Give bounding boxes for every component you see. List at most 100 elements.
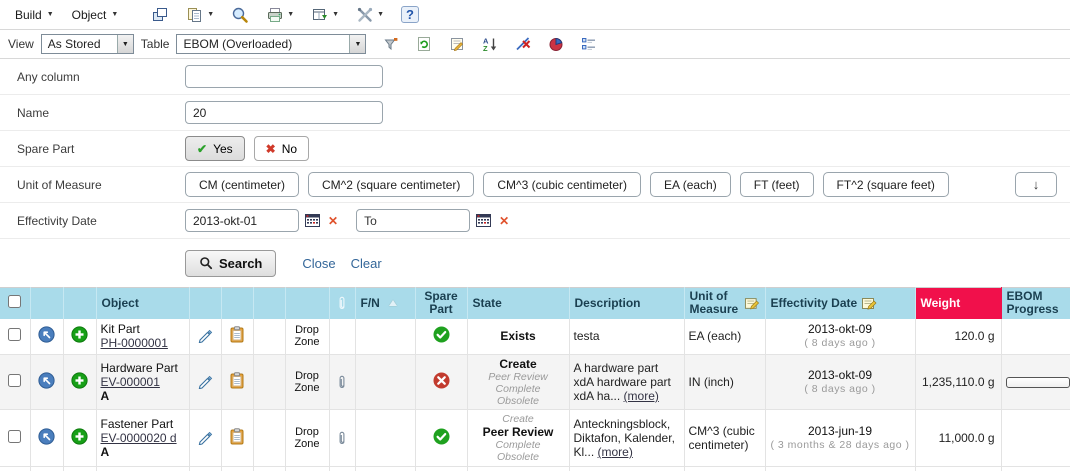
structure-list-icon[interactable] — [577, 34, 601, 54]
chevron-down-icon[interactable]: ▼ — [349, 35, 365, 53]
drop-zone[interactable]: Drop Zone — [290, 370, 325, 394]
spare-part-no-icon — [433, 372, 450, 389]
calendar-icon[interactable] — [305, 214, 320, 227]
edit-icon[interactable] — [197, 429, 213, 445]
copy-icon[interactable]: ▼ — [182, 4, 218, 26]
column-header-fn[interactable]: F/N — [355, 288, 415, 319]
edit-column-icon[interactable] — [744, 295, 760, 311]
add-icon[interactable] — [71, 372, 88, 389]
add-icon[interactable] — [71, 428, 88, 445]
description-cell: A hardware part xdA hardware part xdA ha… — [569, 355, 684, 410]
add-icon[interactable] — [71, 326, 88, 343]
column-header-ebom-progress[interactable]: EBOM Progress — [1001, 288, 1070, 319]
spare-part-yes-label: Yes — [213, 142, 233, 156]
filter-row-name: Name — [0, 95, 1070, 131]
chevron-down-icon: ▼ — [332, 11, 339, 18]
any-column-input[interactable] — [185, 65, 383, 88]
select-all-checkbox[interactable] — [8, 295, 21, 308]
column-header-effectivity-date[interactable]: Effectivity Date — [765, 288, 915, 319]
effectivity-to-group: ✕ — [356, 209, 511, 232]
tools-icon[interactable]: ▼ — [352, 4, 388, 26]
spare-part-no-button[interactable]: ✖ No — [254, 136, 309, 161]
clipboard-icon[interactable] — [230, 326, 244, 343]
close-link[interactable]: Close — [302, 256, 335, 271]
clear-link[interactable]: Clear — [351, 256, 382, 271]
table-row: Kit Part PH-0000001 Drop Zone Exists tes… — [0, 319, 1070, 355]
effectivity-cell: 2013-okt-09 ( 8 days ago ) — [765, 355, 915, 410]
sort-az-icon[interactable] — [478, 34, 502, 54]
clear-date-icon[interactable]: ✕ — [497, 214, 511, 228]
object-link[interactable]: PH-0000001 — [101, 336, 168, 350]
uom-option-ea[interactable]: EA (each) — [650, 172, 731, 197]
column-header-unit-of-measure[interactable]: Unit of Measure — [684, 288, 765, 319]
uom-option-ft2[interactable]: FT^2 (square feet) — [823, 172, 949, 197]
object-cell: Kit Part PH-0000001 — [96, 319, 189, 355]
navigate-icon[interactable] — [38, 372, 55, 389]
more-link[interactable]: (more) — [624, 389, 659, 403]
menu-build[interactable]: Build ▼ — [8, 5, 61, 25]
name-input[interactable] — [185, 101, 383, 124]
uom-more-options-button[interactable]: ↓ — [1015, 172, 1057, 197]
attachment-cell — [329, 319, 355, 355]
effectivity-to-input[interactable] — [356, 209, 470, 232]
controlbar-icons — [379, 34, 601, 54]
drop-zone[interactable]: Drop Zone — [290, 426, 325, 450]
column-header-object[interactable]: Object — [96, 288, 189, 319]
help-icon[interactable]: ? — [397, 4, 423, 25]
effectivity-from-input[interactable] — [185, 209, 299, 232]
table-select[interactable]: EBOM (Overloaded) ▼ — [176, 34, 366, 54]
search-icon — [199, 256, 213, 270]
more-link[interactable]: (more) — [598, 445, 633, 459]
arrow-down-icon: ↓ — [1033, 177, 1040, 192]
chevron-down-icon: ▼ — [377, 11, 384, 18]
chevron-down-icon[interactable]: ▼ — [117, 35, 133, 53]
uom-option-cm3[interactable]: CM^3 (cubic centimeter) — [483, 172, 641, 197]
column-header-description[interactable]: Description — [569, 288, 684, 319]
row-checkbox[interactable] — [8, 430, 21, 443]
view-select[interactable]: As Stored ▼ — [41, 34, 134, 54]
edit-table-icon[interactable] — [445, 34, 469, 54]
column-header-spare-part[interactable]: Spare Part — [415, 288, 467, 319]
spare-part-yes-icon — [433, 326, 450, 343]
uom-option-ft[interactable]: FT (feet) — [740, 172, 814, 197]
edit-icon[interactable] — [197, 373, 213, 389]
edit-icon[interactable] — [197, 327, 213, 343]
navigate-icon[interactable] — [38, 326, 55, 343]
export-icon[interactable]: ▼ — [307, 4, 343, 26]
paperclip-icon — [335, 295, 350, 311]
object-link[interactable]: EV-000001 — [101, 375, 160, 389]
print-icon[interactable]: ▼ — [262, 4, 298, 26]
search-icon[interactable] — [227, 4, 253, 26]
clear-sort-icon[interactable] — [511, 34, 535, 54]
cascade-windows-icon[interactable] — [147, 4, 173, 26]
clipboard-icon[interactable] — [230, 372, 244, 389]
column-header-state[interactable]: State — [467, 288, 569, 319]
filter-icon[interactable] — [379, 34, 403, 54]
refresh-icon[interactable] — [412, 34, 436, 54]
uom-option-cm2[interactable]: CM^2 (square centimeter) — [308, 172, 474, 197]
menu-object[interactable]: Object ▼ — [65, 5, 126, 25]
row-checkbox[interactable] — [8, 328, 21, 341]
drop-zone[interactable]: Drop Zone — [290, 324, 325, 348]
object-link[interactable]: EV-0000020 d — [101, 431, 177, 445]
row-checkbox[interactable] — [8, 374, 21, 387]
column-header-weight[interactable]: Weight — [915, 288, 1001, 319]
column-header-attachment[interactable] — [329, 288, 355, 319]
edit-column-icon[interactable] — [861, 295, 877, 311]
calendar-icon[interactable] — [476, 214, 491, 227]
description-cell: testa — [569, 319, 684, 355]
search-button[interactable]: Search — [185, 250, 276, 277]
paperclip-icon[interactable] — [334, 430, 351, 446]
fn-cell — [355, 355, 415, 410]
clear-date-icon[interactable]: ✕ — [326, 214, 340, 228]
sort-ascending-icon — [389, 300, 397, 306]
navigate-icon[interactable] — [38, 428, 55, 445]
clipboard-icon[interactable] — [230, 428, 244, 445]
uom-option-cm[interactable]: CM (centimeter) — [185, 172, 299, 197]
check-icon: ✔ — [197, 142, 207, 156]
object-cell: Fastener Part EV-0000020 d A — [96, 410, 189, 467]
uom-cell: IN (inch) — [684, 355, 765, 410]
pie-chart-icon[interactable] — [544, 34, 568, 54]
paperclip-icon[interactable] — [334, 374, 351, 390]
spare-part-yes-button[interactable]: ✔ Yes — [185, 136, 245, 161]
